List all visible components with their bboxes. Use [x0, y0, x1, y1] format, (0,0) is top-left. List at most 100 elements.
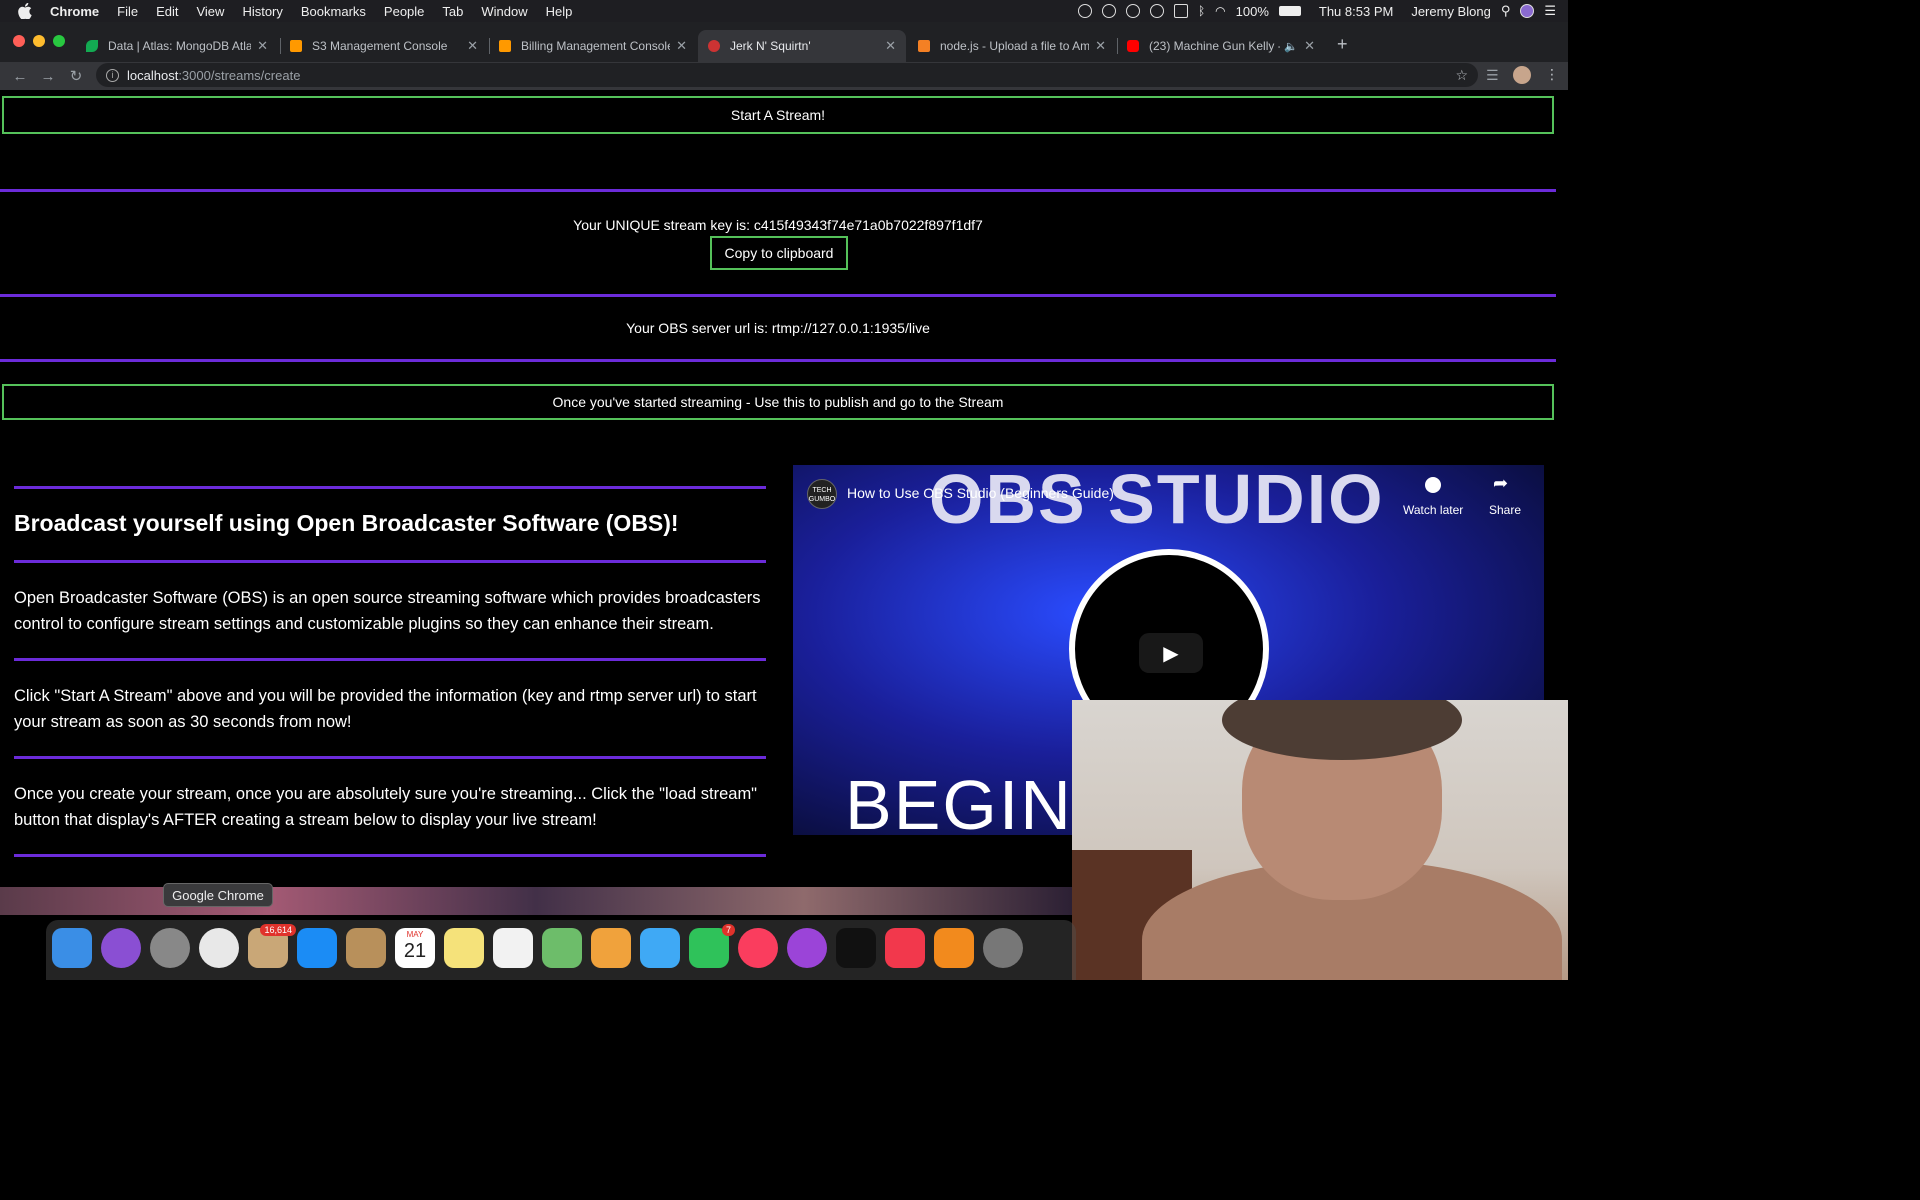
video-title[interactable]: How to Use OBS Studio (Beginners Guide) — [847, 485, 1114, 501]
url-path: :3000/streams/create — [178, 67, 301, 83]
tab-mongodb-atlas[interactable]: Data | Atlas: MongoDB Atlas ✕ — [76, 30, 278, 62]
chrome-icon[interactable] — [199, 928, 239, 968]
battery-icon[interactable] — [1278, 6, 1301, 16]
tab-s3-console[interactable]: S3 Management Console ✕ — [280, 30, 488, 62]
reminders-icon[interactable] — [493, 928, 533, 968]
status-sync-icon[interactable] — [1125, 4, 1140, 18]
channel-avatar[interactable]: TECH GUMBO — [807, 479, 837, 509]
back-arrow-icon[interactable]: ← — [6, 68, 34, 85]
books-icon[interactable] — [934, 928, 974, 968]
copy-to-clipboard-button[interactable]: Copy to clipboard — [710, 236, 848, 270]
background-image-strip — [0, 887, 1072, 915]
music-icon[interactable] — [738, 928, 778, 968]
siri-menu-icon[interactable] — [1520, 4, 1535, 18]
menu-edit[interactable]: Edit — [156, 4, 178, 19]
tab-close-icon[interactable]: ✕ — [676, 38, 687, 54]
new-tab-button[interactable]: + — [1337, 34, 1348, 55]
photos-icon[interactable] — [591, 928, 631, 968]
status-tool-icon[interactable] — [1101, 4, 1116, 18]
chrome-menu-icon[interactable]: ⋮ — [1545, 66, 1559, 83]
tab-close-icon[interactable]: ✕ — [467, 38, 478, 54]
maps-icon[interactable] — [542, 928, 582, 968]
divider — [14, 560, 766, 563]
tab-youtube-mgk[interactable]: (23) Machine Gun Kelly - I 🔈 ✕ — [1117, 30, 1325, 62]
menu-view[interactable]: View — [196, 4, 224, 19]
publish-stream-button[interactable]: Once you've started streaming - Use this… — [2, 384, 1554, 420]
menu-history[interactable]: History — [242, 4, 282, 19]
tab-title: (23) Machine Gun Kelly - I — [1149, 39, 1281, 53]
tab-jerk-n-squirtn[interactable]: Jerk N' Squirtn' ✕ — [698, 30, 906, 62]
zoom-window-button[interactable] — [53, 35, 65, 47]
messages-icon[interactable] — [640, 928, 680, 968]
menu-tab[interactable]: Tab — [442, 4, 463, 19]
dock-tooltip: Google Chrome — [163, 883, 273, 907]
calendar-day: 21 — [403, 940, 427, 962]
share-arrow-icon[interactable]: ➦ — [1493, 473, 1508, 494]
close-window-button[interactable] — [13, 35, 25, 47]
menu-window[interactable]: Window — [481, 4, 527, 19]
tab-node-upload[interactable]: node.js - Upload a file to Ama ✕ — [908, 30, 1116, 62]
tab-close-icon[interactable]: ✕ — [885, 38, 896, 54]
speaker-icon[interactable]: 🔈 — [1284, 40, 1298, 53]
start-stream-button[interactable]: Start A Stream! — [2, 96, 1554, 134]
facetime-badge: 7 — [721, 924, 735, 936]
menu-chrome[interactable]: Chrome — [50, 4, 99, 19]
minimize-window-button[interactable] — [33, 35, 45, 47]
browser-toolbar: ← → ↻ i localhost :3000/streams/create ☆… — [0, 62, 1568, 90]
obs-heading: Broadcast yourself using Open Broadcaste… — [14, 510, 679, 536]
status-area: ᛒ ◠ 100% Thu 8:53 PM Jeremy Blong ⚲ ☰ — [1077, 0, 1556, 22]
clock[interactable]: Thu 8:53 PM — [1319, 4, 1393, 19]
menu-file[interactable]: File — [117, 4, 138, 19]
menu-bookmarks[interactable]: Bookmarks — [301, 4, 366, 19]
watch-later-label[interactable]: Watch later — [1403, 503, 1463, 517]
info-icon[interactable]: i — [106, 68, 119, 82]
divider — [14, 756, 766, 759]
contacts-icon[interactable] — [346, 928, 386, 968]
youtube-icon — [1127, 40, 1139, 52]
tab-title: Jerk N' Squirtn' — [730, 39, 811, 53]
address-bar[interactable]: i localhost :3000/streams/create ☆ — [96, 63, 1478, 87]
profile-avatar[interactable] — [1513, 66, 1531, 84]
thumbnail-bottom-text: BEGINI — [845, 766, 1095, 835]
tab-close-icon[interactable]: ✕ — [1304, 38, 1315, 54]
play-button-icon[interactable]: ▶ — [1139, 633, 1203, 673]
calendar-icon[interactable]: MAY 21 — [395, 928, 435, 968]
facetime-icon[interactable]: 7 — [689, 924, 735, 968]
tab-close-icon[interactable]: ✕ — [257, 38, 268, 54]
app-store-icon[interactable] — [297, 928, 337, 968]
finder-icon[interactable] — [52, 928, 92, 968]
apple-tv-icon[interactable] — [836, 928, 876, 968]
divider — [14, 658, 766, 661]
notes-icon[interactable] — [444, 928, 484, 968]
user-name[interactable]: Jeremy Blong — [1411, 4, 1490, 19]
tab-billing-console[interactable]: Billing Management Console ✕ — [489, 30, 697, 62]
wifi-icon[interactable]: ◠ — [1215, 4, 1225, 18]
menu-help[interactable]: Help — [546, 4, 573, 19]
tab-title: node.js - Upload a file to Ama — [940, 39, 1090, 53]
status-app-icon[interactable] — [1077, 4, 1092, 18]
news-icon[interactable] — [885, 928, 925, 968]
clock-icon[interactable] — [1425, 477, 1441, 493]
reading-list-icon[interactable]: ☰ — [1486, 67, 1499, 84]
divider — [14, 854, 766, 857]
podcasts-icon[interactable] — [787, 928, 827, 968]
airplay-icon[interactable] — [1173, 4, 1188, 18]
mail-icon[interactable]: 16,614 — [248, 924, 296, 968]
apple-logo-icon[interactable] — [18, 3, 34, 19]
launchpad-icon[interactable] — [150, 928, 190, 968]
share-label[interactable]: Share — [1489, 503, 1521, 517]
tab-close-icon[interactable]: ✕ — [1095, 38, 1106, 54]
system-preferences-icon[interactable] — [983, 928, 1023, 968]
macos-menu-bar: Chrome File Edit View History Bookmarks … — [0, 0, 1568, 22]
menu-people[interactable]: People — [384, 4, 424, 19]
load-stream-instructions: Once you create your stream, once you ar… — [14, 785, 758, 829]
divider — [14, 486, 766, 489]
bookmark-star-icon[interactable]: ☆ — [1455, 67, 1468, 84]
reload-icon[interactable]: ↻ — [62, 67, 90, 85]
spotlight-icon[interactable]: ⚲ — [1501, 3, 1511, 19]
notification-center-icon[interactable]: ☰ — [1544, 3, 1556, 19]
status-bug-icon[interactable] — [1149, 4, 1164, 18]
bluetooth-icon[interactable]: ᛒ — [1198, 4, 1205, 18]
forward-arrow-icon[interactable]: → — [34, 68, 62, 85]
siri-icon[interactable] — [101, 928, 141, 968]
